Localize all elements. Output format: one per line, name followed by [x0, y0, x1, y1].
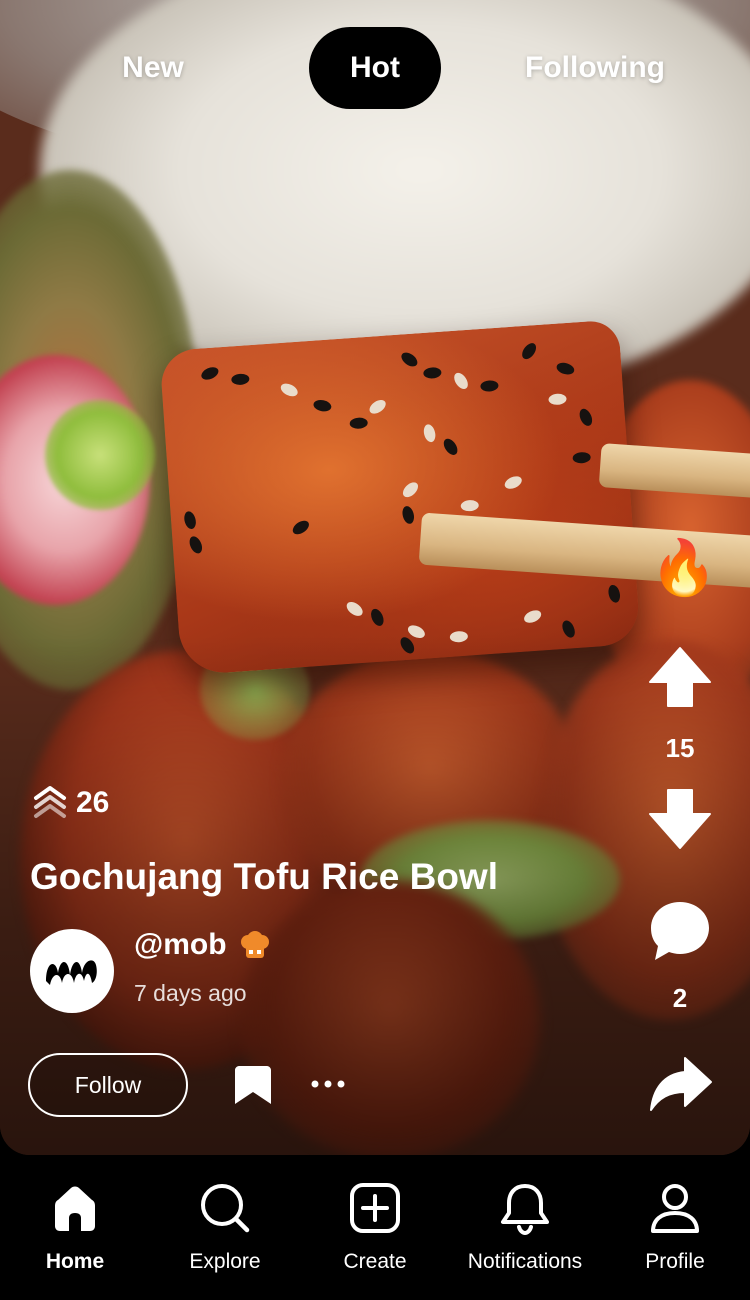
- upvote-icon[interactable]: [647, 644, 713, 710]
- nav-label-home: Home: [45, 1250, 105, 1273]
- nav-home[interactable]: Home: [0, 1180, 150, 1290]
- bookmark-icon[interactable]: [233, 1064, 273, 1106]
- follow-button[interactable]: Follow: [28, 1053, 188, 1117]
- nav-label-notifications: Notifications: [467, 1250, 583, 1273]
- layers-icon: [34, 786, 66, 818]
- comment-icon[interactable]: [647, 898, 713, 964]
- vote-score: 15: [665, 733, 695, 763]
- search-icon: [201, 1184, 250, 1233]
- nav-profile[interactable]: Profile: [600, 1180, 750, 1290]
- author-username[interactable]: @mob: [134, 928, 227, 962]
- nav-create[interactable]: Create: [300, 1180, 450, 1290]
- nav-label-create: Create: [343, 1250, 407, 1273]
- tab-hot[interactable]: Hot: [309, 27, 441, 109]
- person-icon: [651, 1184, 699, 1233]
- feed-tabs: New Hot Following: [0, 27, 750, 109]
- tab-new[interactable]: New: [92, 27, 214, 109]
- home-icon: [55, 1186, 95, 1231]
- bottom-nav: Home Explore Create Notifications Profil…: [0, 1155, 750, 1300]
- fire-icon: 🔥: [650, 538, 718, 598]
- more-options-icon[interactable]: [310, 1076, 346, 1092]
- comment-count: 2: [672, 983, 688, 1013]
- stack-count-value: 26: [76, 786, 110, 819]
- post-time: 7 days ago: [134, 980, 247, 1006]
- downvote-icon[interactable]: [647, 786, 713, 852]
- mob-logo-icon: [46, 960, 97, 985]
- plus-square-icon: [350, 1183, 400, 1233]
- nav-label-profile: Profile: [645, 1250, 705, 1273]
- share-icon[interactable]: [647, 1052, 713, 1118]
- stack-count: 26: [32, 783, 109, 823]
- bell-icon: [501, 1184, 549, 1236]
- tab-following[interactable]: Following: [505, 27, 685, 109]
- nav-notifications[interactable]: Notifications: [450, 1180, 600, 1290]
- chef-hat-icon: [241, 931, 269, 958]
- avatar[interactable]: [30, 929, 114, 1013]
- nav-label-explore: Explore: [189, 1250, 261, 1273]
- nav-explore[interactable]: Explore: [150, 1180, 300, 1290]
- post-title: Gochujang Tofu Rice Bowl: [30, 856, 498, 897]
